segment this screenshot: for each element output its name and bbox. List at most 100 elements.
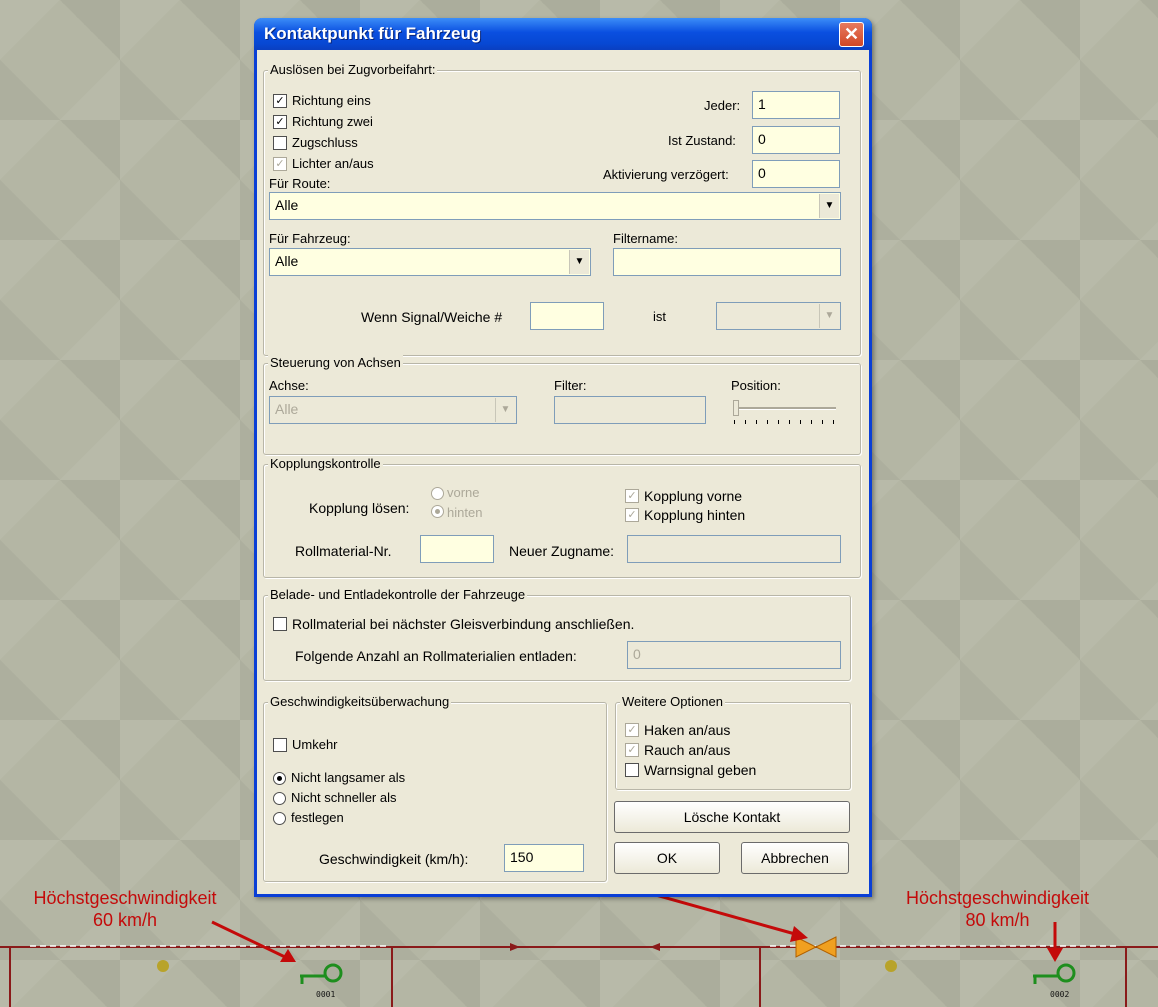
umkehr-checkbox[interactable] — [273, 738, 287, 752]
chevron-down-icon[interactable]: ▼ — [819, 194, 839, 218]
fahrzeug-select[interactable]: Alle ▼ — [269, 248, 591, 276]
speed-limit-value: 80 km/h — [965, 910, 1030, 930]
speed-limit-title: Höchstgeschwindigkeit — [33, 888, 217, 908]
lichter-checkbox[interactable]: ✓ — [273, 157, 287, 171]
kopplung-vorne-checkbox[interactable]: ✓ — [625, 489, 639, 503]
route-label: Für Route: — [269, 176, 331, 191]
route-select-value: Alle — [275, 197, 299, 213]
jeder-label: Jeder: — [704, 98, 741, 113]
festlegen-radio[interactable] — [273, 812, 286, 825]
speed-limit-left-label: Höchstgeschwindigkeit 60 km/h — [0, 887, 250, 931]
rauch-checkbox[interactable]: ✓ — [625, 743, 639, 757]
abbrechen-button[interactable]: Abbrechen — [741, 842, 849, 874]
rollmaterial-label: Rollmaterial-Nr. — [295, 543, 392, 559]
ist-zustand-label: Ist Zustand: — [668, 133, 736, 148]
track-arrow-right — [510, 943, 520, 951]
umkehr-label: Umkehr — [292, 737, 338, 752]
speed-legend: Geschwindigkeitsüberwachung — [268, 694, 452, 709]
warnsignal-checkbox[interactable] — [625, 763, 639, 777]
lichter-label: Lichter an/aus — [292, 156, 374, 171]
fahrzeug-label: Für Fahrzeug: — [269, 231, 351, 246]
dialog-title: Kontaktpunkt für Fahrzeug — [264, 24, 482, 43]
filter-field[interactable] — [554, 396, 706, 424]
neuer-zugname-label: Neuer Zugname: — [509, 543, 615, 559]
hinten-radio-label: hinten — [447, 505, 483, 520]
aktivierung-label: Aktivierung verzögert: — [603, 167, 729, 182]
festlegen-label: festlegen — [291, 810, 344, 825]
geschwindigkeit-label: Geschwindigkeit (km/h): — [319, 851, 469, 867]
marker-number: 0002 — [1050, 990, 1070, 999]
trigger-group: Auslösen bei Zugvorbeifahrt: ✓ Richtung … — [263, 62, 861, 356]
richtung-eins-checkbox[interactable]: ✓ — [273, 94, 287, 108]
neuer-zugname-field[interactable] — [627, 535, 841, 563]
filtername-field[interactable] — [613, 248, 841, 276]
nicht-schneller-radio[interactable] — [273, 792, 286, 805]
speed-limit-value: 60 km/h — [92, 910, 158, 930]
chevron-down-icon[interactable]: ▼ — [819, 304, 839, 328]
route-select[interactable]: Alle ▼ — [269, 192, 841, 220]
ok-button[interactable]: OK — [614, 842, 720, 874]
geschwindigkeit-field[interactable]: 150 — [504, 844, 584, 872]
filter-label: Filter: — [554, 378, 587, 393]
kopplung-hinten-checkbox[interactable]: ✓ — [625, 508, 639, 522]
achse-select-value: Alle — [275, 401, 299, 417]
position-label: Position: — [731, 378, 781, 393]
richtung-eins-label: Richtung eins — [292, 93, 371, 108]
kopplung-hinten-label: Kopplung hinten — [644, 507, 746, 523]
jeder-field[interactable]: 1 — [752, 91, 840, 119]
haken-label: Haken an/aus — [644, 722, 731, 738]
slider-track — [734, 407, 836, 410]
axles-legend: Steuerung von Achsen — [268, 355, 403, 370]
filtername-label: Filtername: — [613, 231, 679, 246]
kopplung-loesen-label: Kopplung lösen: — [309, 500, 410, 516]
rauch-label: Rauch an/aus — [644, 742, 731, 758]
slider-thumb[interactable] — [733, 400, 739, 416]
speed-limit-right-label: Höchstgeschwindigkeit 80 km/h — [875, 887, 1120, 931]
achse-select[interactable]: Alle ▼ — [269, 396, 517, 424]
title-bar[interactable]: Kontaktpunkt für Fahrzeug ✕ — [254, 18, 872, 50]
richtung-zwei-label: Richtung zwei — [292, 114, 373, 129]
vorne-radio-label: vorne — [447, 485, 480, 500]
loesche-kontakt-button[interactable]: Lösche Kontakt — [614, 801, 850, 833]
options-legend: Weitere Optionen — [620, 694, 725, 709]
wenn-signal-label: Wenn Signal/Weiche # — [361, 309, 503, 325]
richtung-zwei-checkbox[interactable]: ✓ — [273, 115, 287, 129]
track-arrow-left — [650, 943, 660, 951]
speed-contact-icon — [795, 936, 837, 958]
aktivierung-field[interactable]: 0 — [752, 160, 840, 188]
achse-label: Achse: — [269, 378, 309, 393]
anschliessen-checkbox[interactable] — [273, 617, 287, 631]
haken-checkbox[interactable]: ✓ — [625, 723, 639, 737]
ist-label: ist — [653, 309, 666, 324]
rollmaterial-field[interactable] — [420, 535, 494, 563]
marker-number: 0001 — [316, 990, 336, 999]
zugschluss-checkbox[interactable] — [273, 136, 287, 150]
marker-dot — [885, 960, 897, 972]
position-slider[interactable] — [730, 398, 840, 428]
chevron-down-icon[interactable]: ▼ — [569, 250, 589, 274]
anschliessen-label: Rollmaterial bei nächster Gleisverbindun… — [292, 616, 635, 632]
ist-select[interactable]: ▼ — [716, 302, 841, 330]
hinten-radio[interactable] — [431, 505, 444, 518]
speed-limit-title: Höchstgeschwindigkeit — [905, 888, 1090, 908]
vorne-radio[interactable] — [431, 487, 444, 500]
nicht-langsamer-label: Nicht langsamer als — [291, 770, 406, 785]
kopplung-vorne-label: Kopplung vorne — [644, 488, 743, 504]
contact-point-dialog: Kontaktpunkt für Fahrzeug ✕ Auslösen bei… — [254, 18, 872, 897]
nicht-langsamer-radio[interactable] — [273, 772, 286, 785]
options-group: Weitere Optionen ✓ Haken an/aus ✓ Rauch … — [615, 694, 851, 790]
contact-key-icon — [1033, 963, 1076, 984]
entladen-field[interactable]: 0 — [627, 641, 841, 669]
loading-legend: Belade- und Entladekontrolle der Fahrzeu… — [268, 587, 528, 602]
axles-group: Steuerung von Achsen Achse: Alle ▼ Filte… — [263, 355, 861, 455]
warnsignal-label: Warnsignal geben — [644, 762, 757, 778]
speed-group: Geschwindigkeitsüberwachung Umkehr Nicht… — [263, 694, 607, 882]
close-icon[interactable]: ✕ — [839, 22, 864, 47]
ist-zustand-field[interactable]: 0 — [752, 126, 840, 154]
chevron-down-icon[interactable]: ▼ — [495, 398, 515, 422]
zugschluss-label: Zugschluss — [292, 135, 358, 150]
nicht-schneller-label: Nicht schneller als — [291, 790, 397, 805]
fahrzeug-select-value: Alle — [275, 253, 299, 269]
contact-key-icon — [300, 963, 343, 984]
wenn-signal-field[interactable] — [530, 302, 604, 330]
